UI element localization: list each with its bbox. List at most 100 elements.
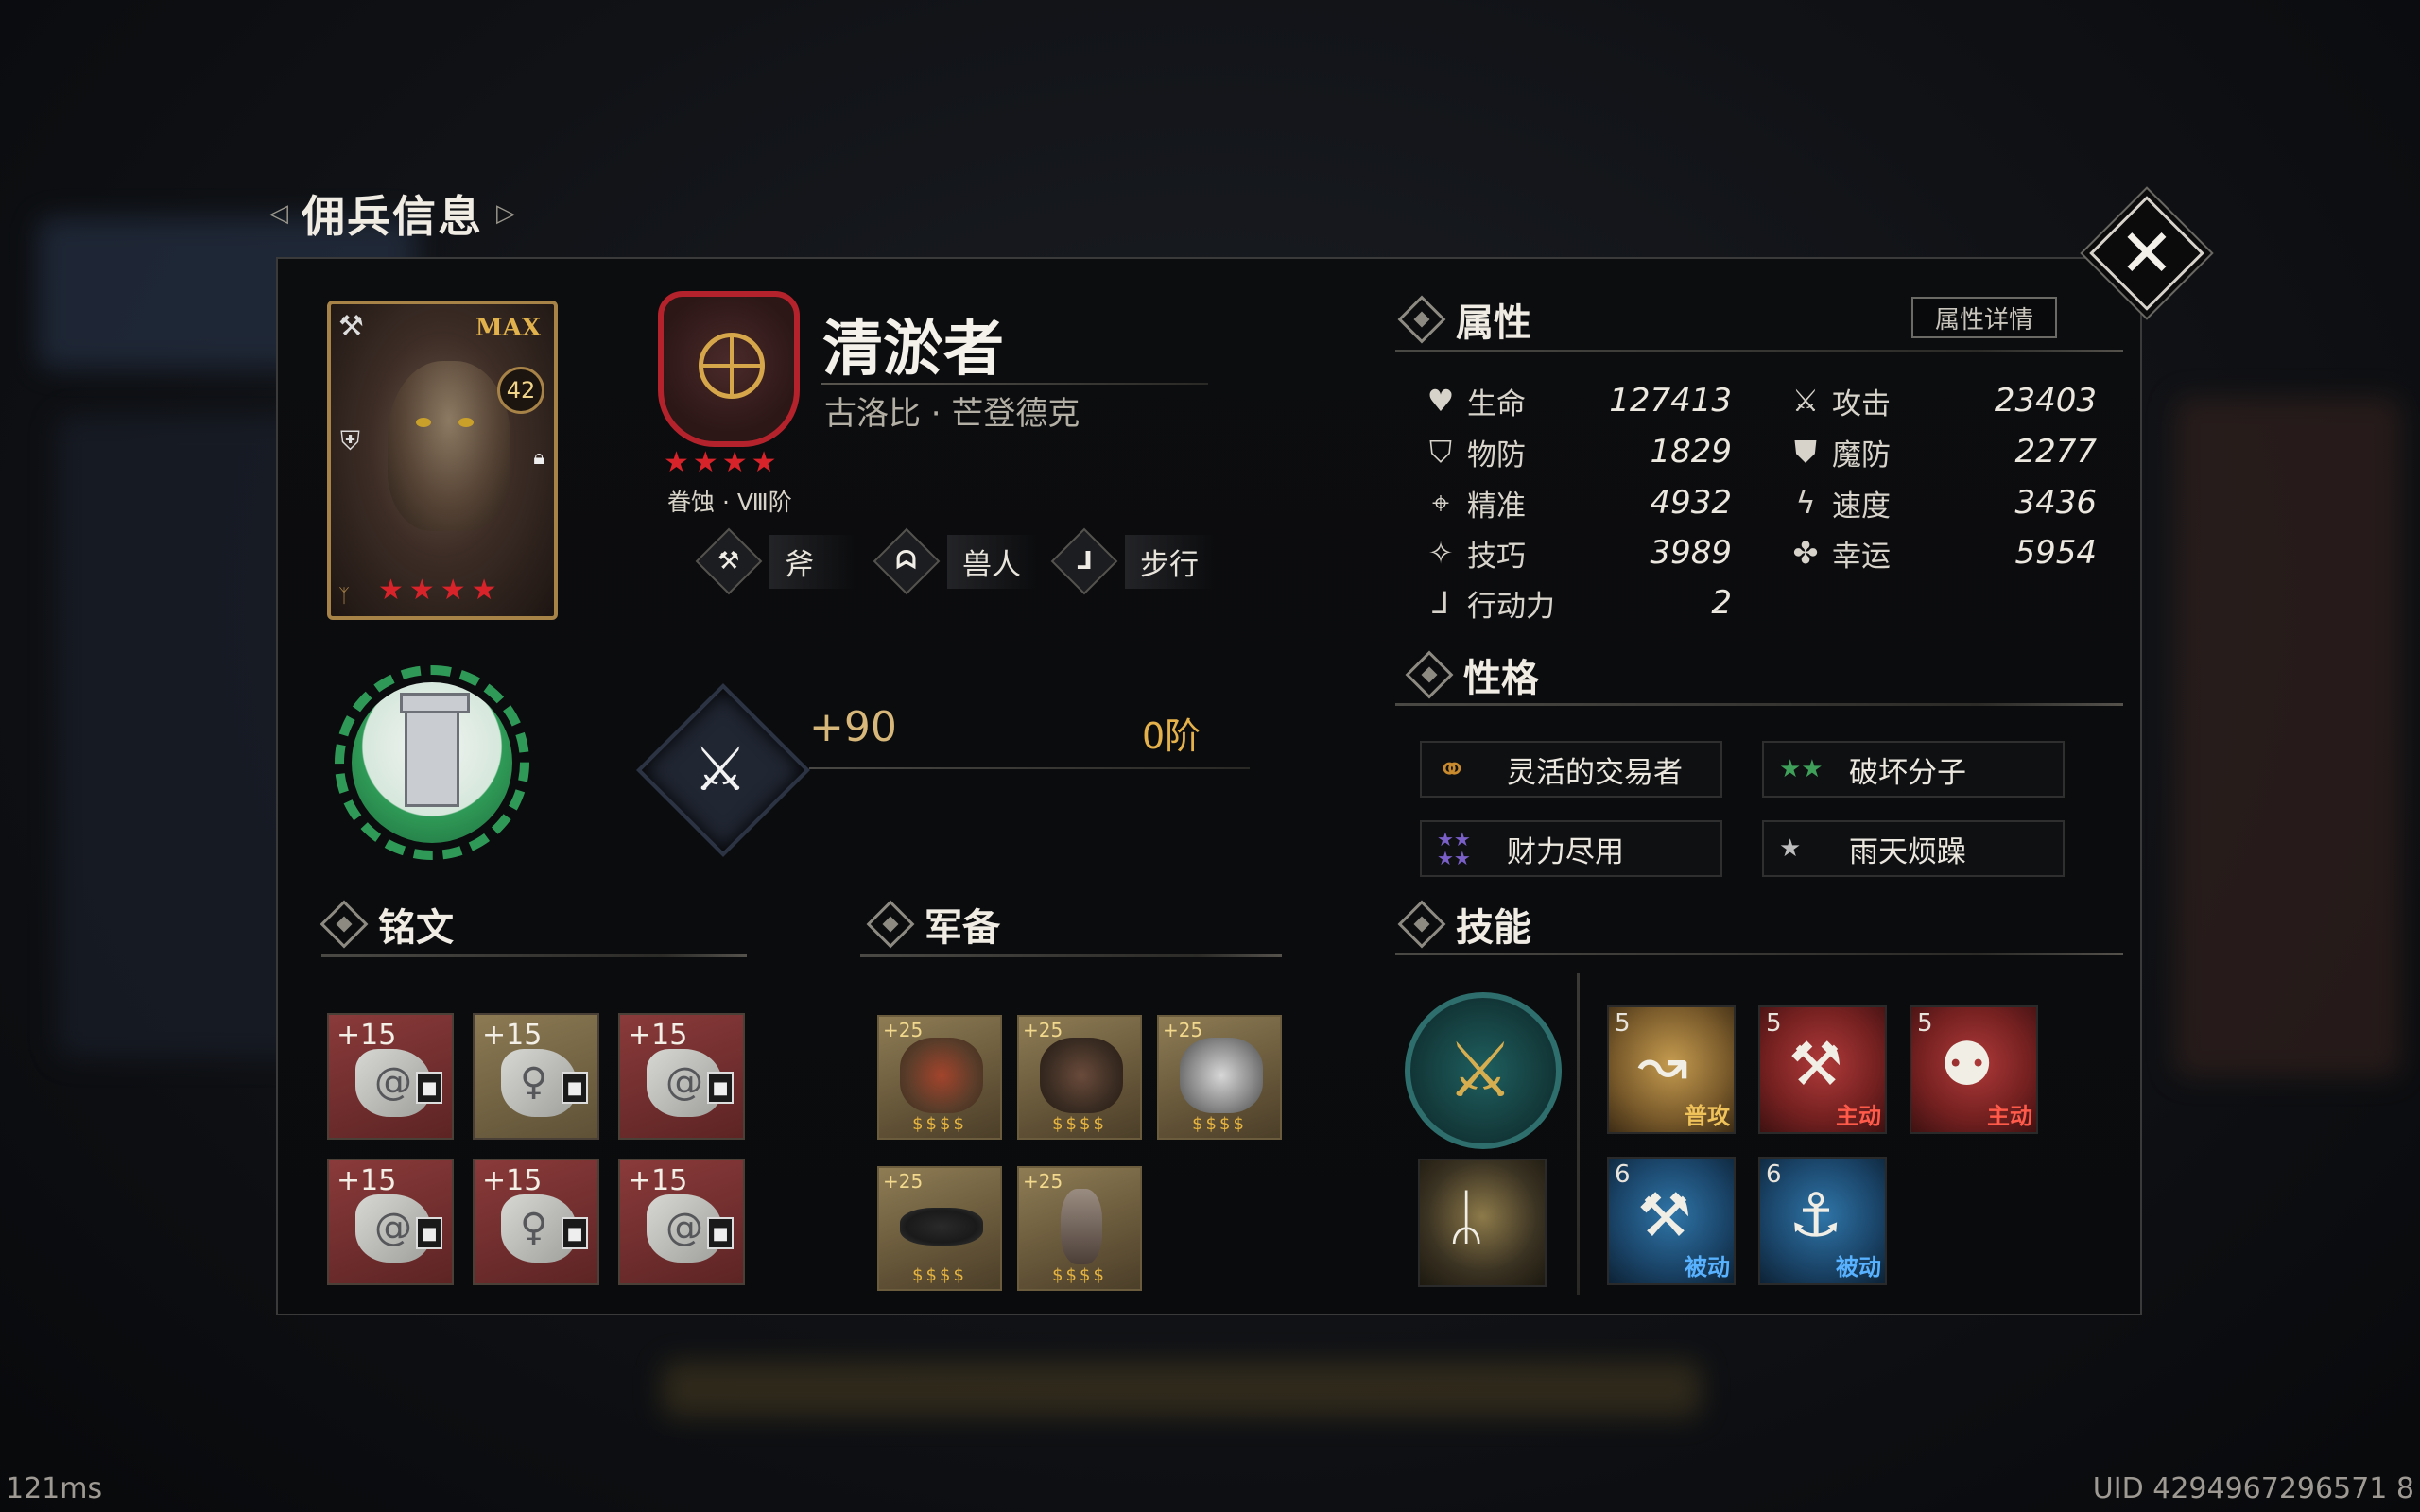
tower-faction-badge[interactable] bbox=[335, 665, 529, 860]
class-passive-skill[interactable]: ᛦ bbox=[1418, 1159, 1547, 1287]
stat-name: 物防 bbox=[1467, 438, 1526, 472]
ship-wheel-icon bbox=[699, 333, 765, 399]
attributes-divider bbox=[1395, 350, 2123, 352]
crossed-swords-icon: ⚔ bbox=[1791, 383, 1820, 419]
spiral-sigil-icon: @ bbox=[666, 1060, 703, 1104]
stat-name: 精准 bbox=[1467, 489, 1526, 524]
inscriptions-divider bbox=[321, 954, 747, 957]
stat-precision: ⌖ 精准 4932 bbox=[1422, 482, 1732, 524]
section-attributes-header: 属性 bbox=[1397, 293, 1531, 346]
equipment-slot-chest[interactable]: +25 $$$$ bbox=[877, 1015, 1002, 1140]
inscription-slot-4[interactable]: +15 @ ■ bbox=[327, 1159, 454, 1285]
tag-movement[interactable]: ⅃ 步行 bbox=[1050, 527, 1214, 595]
window-title: ◁ 佣兵信息 ▷ bbox=[269, 184, 515, 243]
inscription-slot-3[interactable]: +15 @ ■ bbox=[618, 1013, 745, 1140]
equipment-stars: $$$$ bbox=[912, 1114, 967, 1134]
upgrade-level: +25 bbox=[883, 1019, 924, 1041]
hero-portrait-card[interactable]: ⚒ MAX 42 ⛨ 🔒︎ ᛉ ★★★★ bbox=[327, 301, 558, 620]
stat-value: 4932 bbox=[1650, 484, 1732, 522]
stat-name: 技巧 bbox=[1467, 539, 1526, 574]
section-diamond-icon bbox=[1405, 650, 1454, 699]
inscription-slot-6[interactable]: +15 @ ■ bbox=[618, 1159, 745, 1285]
defense-role-icon: ⛨ bbox=[340, 425, 361, 456]
latency-readout: 121ms bbox=[6, 1472, 103, 1505]
skill-slot-2[interactable]: 5 ⚒ 主动 bbox=[1758, 1005, 1887, 1134]
background-panel-right bbox=[2174, 397, 2401, 1077]
weapon-bonus: +90 bbox=[809, 703, 897, 751]
name-divider bbox=[821, 383, 1208, 385]
section-title: 军备 bbox=[925, 905, 1000, 950]
orc-icon: ᗣ bbox=[873, 527, 941, 595]
hero-card-stars: ★★★★ bbox=[378, 574, 503, 607]
spiral-sigil-icon: @ bbox=[374, 1060, 412, 1104]
hero-portrait bbox=[388, 361, 510, 531]
skill-type: 主动 bbox=[1836, 1103, 1881, 1129]
upgrade-level: +15 bbox=[628, 1164, 688, 1197]
trait-4[interactable]: ★ 雨天烦躁 bbox=[1762, 820, 2065, 877]
close-icon: ✕ bbox=[2118, 215, 2175, 292]
inscription-slot-5[interactable]: +15 ♀ ■ bbox=[473, 1159, 599, 1285]
trait-label: 雨天烦躁 bbox=[1849, 834, 1966, 869]
class-emblem[interactable]: ⚔ bbox=[1405, 992, 1562, 1149]
trait-2[interactable]: ★★ 破坏分子 bbox=[1762, 741, 2065, 798]
skill-level: 5 bbox=[1917, 1009, 1933, 1038]
rank-label: 眷蚀 · Ⅷ阶 bbox=[667, 489, 792, 516]
close-button[interactable]: ✕ bbox=[2089, 196, 2204, 311]
shield-icon: ⛉ bbox=[1428, 433, 1452, 470]
lock-icon: ■ bbox=[707, 1072, 734, 1104]
stat-value: 2 bbox=[1711, 584, 1732, 622]
inscription-slot-1[interactable]: +15 @ ■ bbox=[327, 1013, 454, 1140]
section-inscriptions-header: 铭文 bbox=[320, 898, 454, 951]
lock-icon: ■ bbox=[707, 1217, 734, 1249]
axe-icon: ⚒ bbox=[695, 527, 763, 595]
trait-1[interactable]: ⚭ 灵活的交易者 bbox=[1420, 741, 1722, 798]
crosshair-icon: ⌖ bbox=[1431, 484, 1450, 521]
equipment-slot-helmet[interactable]: +25 $$$$ bbox=[1017, 1015, 1142, 1140]
skill-slot-4[interactable]: 6 ⚒ 被动 bbox=[1607, 1157, 1736, 1285]
chest-armor-icon bbox=[900, 1038, 983, 1113]
trait-label: 财力尽用 bbox=[1507, 834, 1624, 869]
trait-3[interactable]: ★★ ★★ 财力尽用 bbox=[1420, 820, 1722, 877]
stat-action-points: ⅃ 行动力 2 bbox=[1422, 582, 1732, 624]
inscription-slot-2[interactable]: +15 ♀ ■ bbox=[473, 1013, 599, 1140]
equipment-slot-bracer[interactable]: +25 $$$$ bbox=[1017, 1166, 1142, 1291]
stat-value: 3436 bbox=[2014, 484, 2097, 522]
section-title: 性格 bbox=[1463, 656, 1539, 700]
tower-icon bbox=[400, 693, 470, 807]
trait-label: 灵活的交易者 bbox=[1507, 755, 1683, 790]
hero-subtitle: 古洛比 · 芒登德克 bbox=[824, 395, 1080, 433]
skill-slot-3[interactable]: 5 ⚉ 主动 bbox=[1910, 1005, 2038, 1134]
weapon-stage: 0阶 bbox=[1142, 715, 1201, 757]
spiral-sigil-icon: @ bbox=[666, 1206, 703, 1249]
axe-strike-icon: ⚒ bbox=[1789, 1030, 1843, 1100]
section-diamond-icon bbox=[866, 900, 915, 949]
skills-separator bbox=[1577, 973, 1580, 1295]
skill-type: 普攻 bbox=[1685, 1103, 1730, 1129]
stat-luck: ✤ 幸运 5954 bbox=[1787, 532, 2097, 574]
stat-value: 5954 bbox=[2014, 534, 2097, 572]
heart-icon: ♥ bbox=[1426, 383, 1455, 419]
rune-mark-icon: ᛉ bbox=[338, 584, 350, 607]
axe-passive-icon: ⚒ bbox=[1637, 1181, 1692, 1251]
attribute-details-button[interactable]: 属性详情 bbox=[1911, 297, 2057, 338]
skill-slot-5[interactable]: 6 ⚓ 被动 bbox=[1758, 1157, 1887, 1285]
tag-label: 斧 bbox=[769, 534, 855, 589]
skill-type: 主动 bbox=[1987, 1103, 2032, 1129]
lock-icon: ■ bbox=[416, 1217, 442, 1249]
personality-divider bbox=[1395, 703, 2123, 706]
claw-icon: ✧ bbox=[1427, 535, 1454, 571]
skill-slot-1[interactable]: 5 ↝ 普攻 bbox=[1607, 1005, 1736, 1134]
trait-label: 破坏分子 bbox=[1849, 755, 1966, 790]
lock-icon: 🔒︎ bbox=[533, 446, 544, 470]
tag-race[interactable]: ᗣ 兽人 bbox=[873, 527, 1036, 595]
hero-name: 清淤者 bbox=[822, 314, 1004, 385]
hero-eye-right bbox=[458, 418, 474, 427]
tag-label: 兽人 bbox=[947, 534, 1036, 589]
boot-icon: ⅃ bbox=[1050, 527, 1118, 595]
equipment-slot-gauntlet[interactable]: +25 $$$$ bbox=[1157, 1015, 1282, 1140]
section-equipment-header: 军备 bbox=[866, 898, 1000, 951]
section-diamond-icon bbox=[1397, 295, 1446, 344]
equipment-slot-ring[interactable]: +25 $$$$ bbox=[877, 1166, 1002, 1291]
tag-weapon-type[interactable]: ⚒ 斧 bbox=[695, 527, 855, 595]
spiral-sigil-icon: @ bbox=[374, 1206, 412, 1249]
